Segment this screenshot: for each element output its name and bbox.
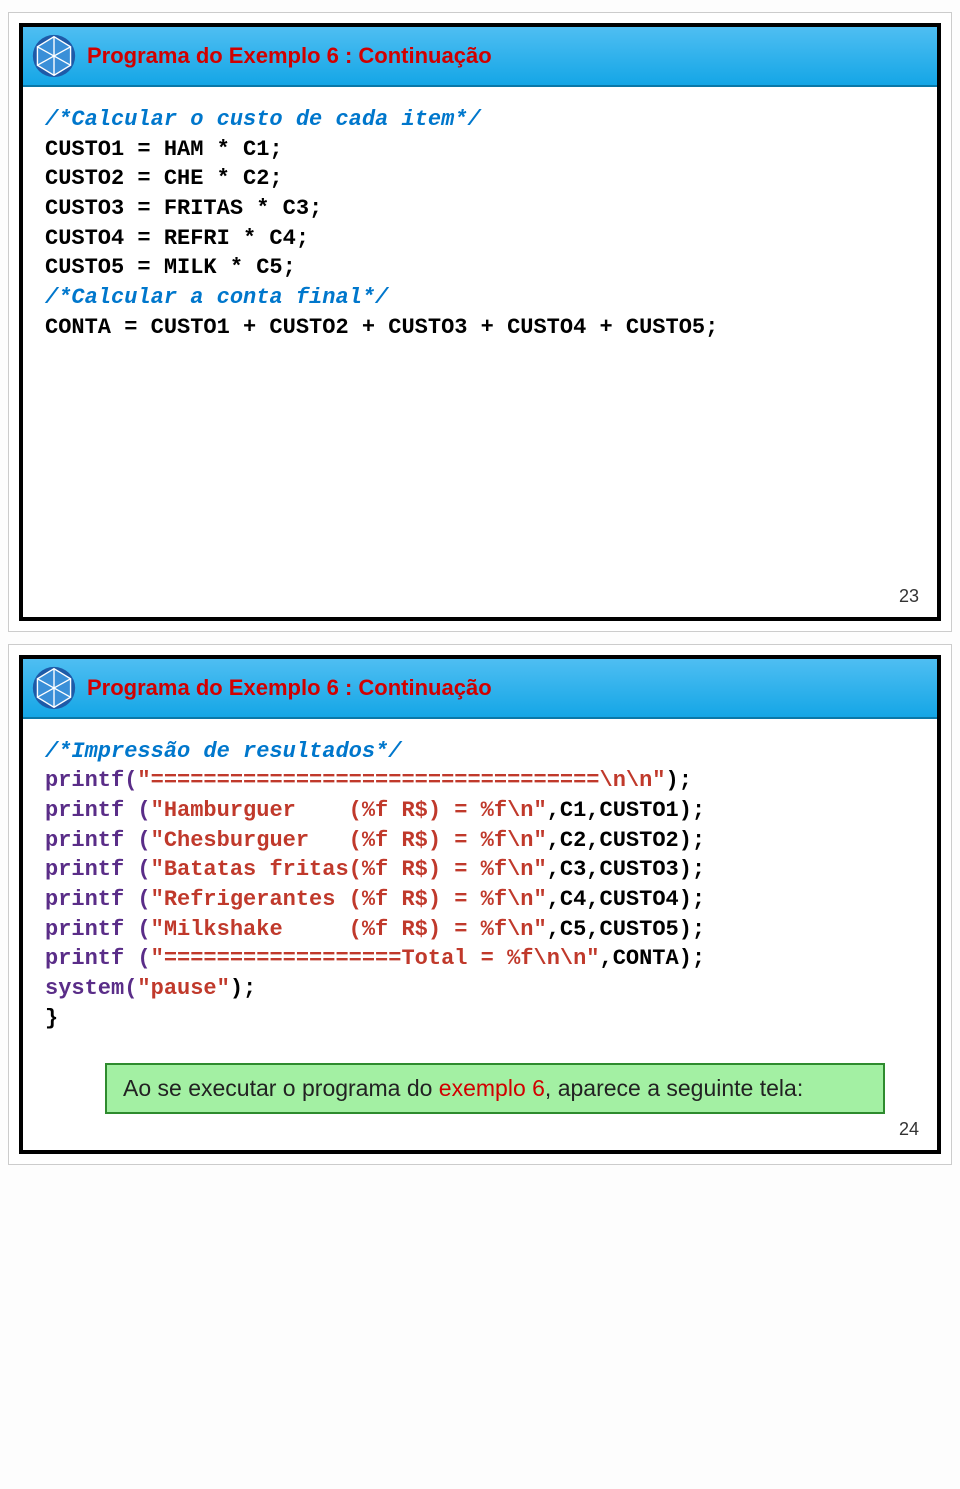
slide-23: Programa do Exemplo 6 : Continuação /*Ca… [19, 23, 941, 621]
code-kw: printf( [45, 768, 137, 793]
page-number: 24 [899, 1119, 919, 1140]
code-block: /*Impressão de resultados*/ printf("====… [45, 737, 915, 1034]
slide-24: Programa do Exemplo 6 : Continuação /*Im… [19, 655, 941, 1155]
title-bar: Programa do Exemplo 6 : Continuação [23, 659, 937, 719]
code-kw: printf ( [45, 946, 151, 971]
code-line: CUSTO1 = HAM * C1; [45, 137, 283, 162]
code-comment: /*Calcular a conta final*/ [45, 285, 388, 310]
code-kw: system( [45, 976, 137, 1001]
code-tail: ,C4,CUSTO4); [547, 887, 705, 912]
globe-logo-icon [31, 665, 77, 711]
code-kw: printf ( [45, 798, 151, 823]
slide-23-wrap: Programa do Exemplo 6 : Continuação /*Ca… [8, 12, 952, 632]
code-line: CUSTO2 = CHE * C2; [45, 166, 283, 191]
code-line: } [45, 1006, 58, 1031]
code-tail: ); [666, 768, 692, 793]
code-tail: ,C1,CUSTO1); [547, 798, 705, 823]
code-tail: ,C5,CUSTO5); [547, 917, 705, 942]
note-box: Ao se executar o programa do exemplo 6, … [105, 1063, 885, 1114]
code-string: "pause" [137, 976, 229, 1001]
page-number: 23 [899, 586, 919, 607]
code-tail: ,CONTA); [600, 946, 706, 971]
slide-title: Programa do Exemplo 6 : Continuação [87, 675, 492, 701]
code-line: CUSTO5 = MILK * C5; [45, 255, 296, 280]
note-text-post: , aparece a seguinte tela: [545, 1075, 803, 1101]
code-comment: /*Impressão de resultados*/ [45, 739, 401, 764]
note-text-pre: Ao se executar o programa do [123, 1075, 439, 1101]
code-comment: /*Calcular o custo de cada item*/ [45, 107, 481, 132]
code-kw: printf ( [45, 828, 151, 853]
code-tail: ,C2,CUSTO2); [547, 828, 705, 853]
slide-body: /*Calcular o custo de cada item*/ CUSTO1… [23, 87, 937, 617]
code-tail: ); [230, 976, 256, 1001]
code-kw: printf ( [45, 857, 151, 882]
code-string: "==================Total = %f\n\n" [151, 946, 600, 971]
code-string: "Milkshake (%f R$) = %f\n" [151, 917, 547, 942]
code-line: CUSTO3 = FRITAS * C3; [45, 196, 322, 221]
slide-title: Programa do Exemplo 6 : Continuação [87, 43, 492, 69]
code-tail: ,C3,CUSTO3); [547, 857, 705, 882]
code-string: "==================================\n\n" [137, 768, 665, 793]
code-string: "Refrigerantes (%f R$) = %f\n" [151, 887, 547, 912]
code-line: CONTA = CUSTO1 + CUSTO2 + CUSTO3 + CUSTO… [45, 315, 718, 340]
code-string: "Hamburguer (%f R$) = %f\n" [151, 798, 547, 823]
code-line: CUSTO4 = REFRI * C4; [45, 226, 309, 251]
slide-24-wrap: Programa do Exemplo 6 : Continuação /*Im… [8, 644, 952, 1166]
code-block: /*Calcular o custo de cada item*/ CUSTO1… [45, 105, 915, 343]
code-kw: printf ( [45, 917, 151, 942]
globe-logo-icon [31, 33, 77, 79]
slide-body: /*Impressão de resultados*/ printf("====… [23, 719, 937, 1151]
code-kw: printf ( [45, 887, 151, 912]
code-string: "Batatas fritas(%f R$) = %f\n" [151, 857, 547, 882]
title-bar: Programa do Exemplo 6 : Continuação [23, 27, 937, 87]
note-highlight: exemplo 6 [439, 1075, 545, 1101]
code-string: "Chesburguer (%f R$) = %f\n" [151, 828, 547, 853]
